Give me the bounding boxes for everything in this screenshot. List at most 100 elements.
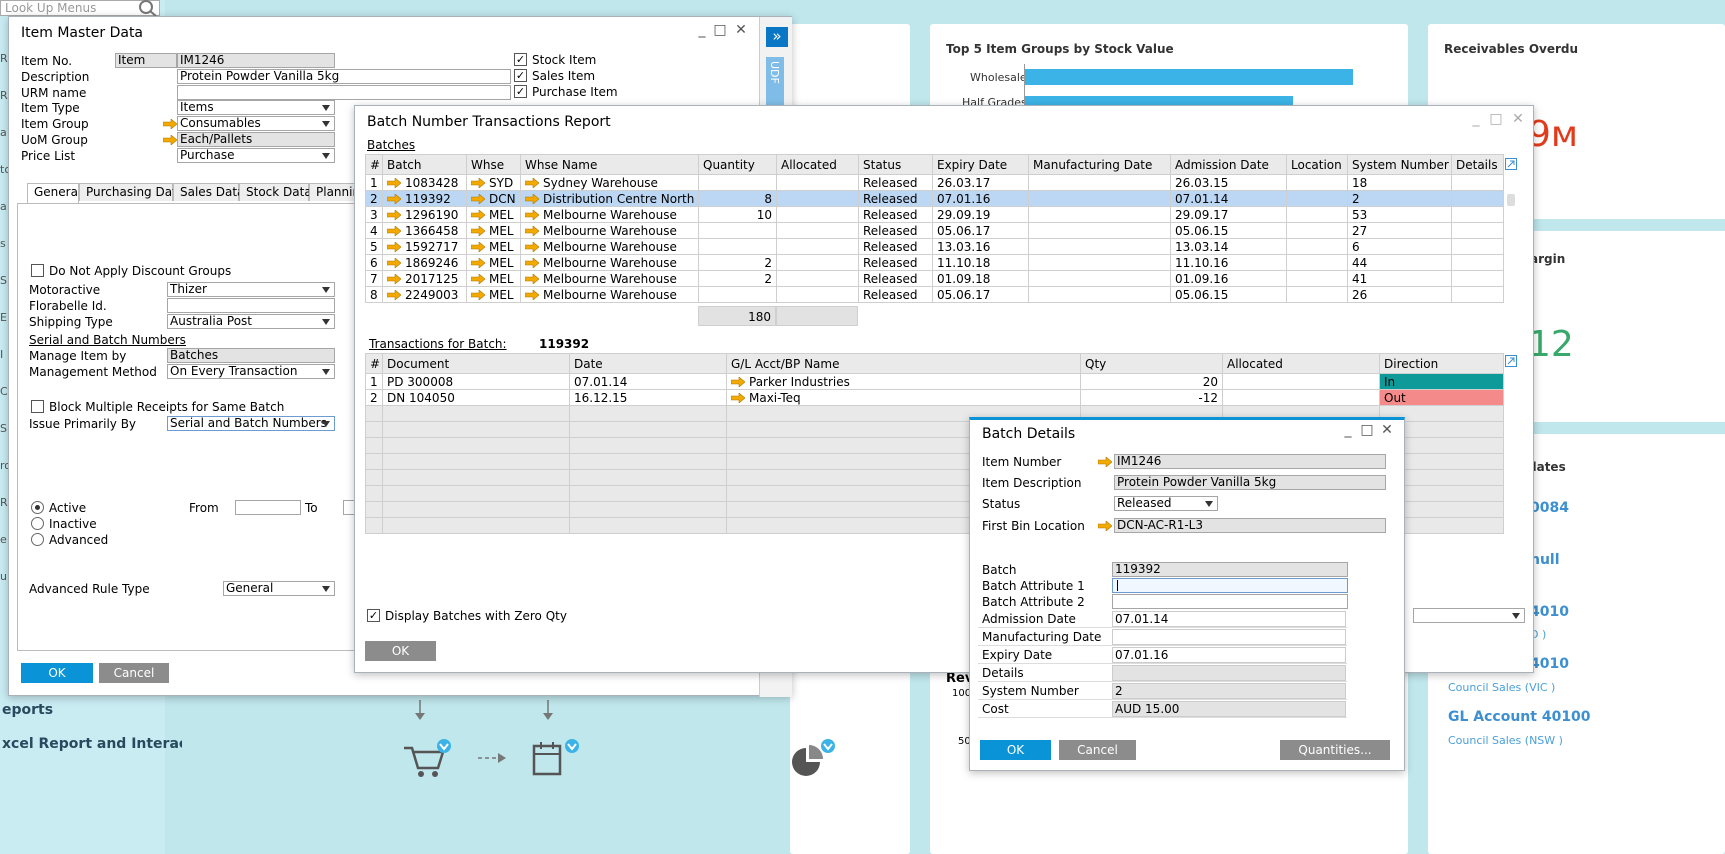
batch-details-ok-button[interactable]: OK (980, 740, 1051, 760)
column-header[interactable]: Quantity (698, 154, 777, 175)
detail-value[interactable]: 2 (1112, 683, 1346, 699)
column-header[interactable]: Date (569, 353, 727, 374)
detail-value[interactable]: 07.01.14 (1112, 611, 1346, 627)
advanced-radio[interactable] (31, 533, 44, 546)
link-arrow-icon[interactable] (731, 377, 745, 387)
serial-batch-link[interactable]: Serial and Batch Numbers (29, 333, 186, 347)
maximize-icon[interactable]: □ (1488, 111, 1504, 127)
attr2-field[interactable] (1112, 594, 1348, 609)
batch-cell[interactable]: 119392 (382, 190, 467, 207)
table-row[interactable]: 8 2249003 MEL Melbourne Warehouse Releas… (365, 286, 1504, 303)
link-2[interactable]: null (1530, 552, 1560, 568)
link-arrow-icon[interactable] (471, 274, 485, 284)
search-icon[interactable] (138, 0, 158, 17)
block-multi-checkbox[interactable] (31, 400, 44, 413)
link-arrow-icon[interactable] (387, 290, 401, 300)
minimize-icon[interactable]: _ (1340, 422, 1356, 438)
link-3[interactable]: 4010 (1530, 604, 1569, 620)
tab-sales-data[interactable]: Sales Data (173, 183, 244, 201)
link-arrow-icon[interactable] (387, 210, 401, 220)
column-header[interactable]: Expiry Date (932, 154, 1029, 175)
tab-general[interactable]: General (27, 183, 81, 203)
close-icon[interactable]: ✕ (1379, 422, 1395, 438)
shipping-select[interactable]: Australia Post (167, 314, 335, 329)
description-field[interactable]: Protein Powder Vanilla 5kg (177, 69, 511, 84)
motoractive-select[interactable]: Thizer (167, 282, 335, 297)
whse-cell[interactable]: DCN (466, 190, 521, 207)
tab-planning[interactable]: Planning (309, 183, 368, 201)
document-cell[interactable]: PD 300008 (382, 373, 570, 390)
expand-grid-icon[interactable] (1505, 158, 1517, 170)
batch-field[interactable]: 119392 (1112, 562, 1348, 577)
column-header[interactable]: Whse Name (520, 154, 699, 175)
whse-name-cell[interactable]: Sydney Warehouse (520, 174, 699, 191)
column-header[interactable]: Status (858, 154, 933, 175)
column-header[interactable]: Whse (466, 154, 521, 175)
active-radio[interactable] (31, 501, 44, 514)
price-list-select[interactable]: Purchase (177, 148, 335, 163)
calendar-icon[interactable] (530, 738, 584, 778)
batch-cell[interactable]: 1296190 (382, 206, 467, 223)
minimize-icon[interactable]: _ (694, 22, 710, 38)
whse-cell[interactable]: MEL (466, 238, 521, 255)
batch-report-ok-button[interactable]: OK (365, 641, 436, 661)
column-header[interactable]: # (365, 353, 383, 374)
link-arrow-icon[interactable] (471, 178, 485, 188)
link-arrow-icon[interactable] (471, 258, 485, 268)
urm-field[interactable] (177, 85, 511, 100)
grid-scrollbar[interactable] (1507, 194, 1515, 206)
link-arrow-icon[interactable] (471, 210, 485, 220)
whse-cell[interactable]: MEL (466, 222, 521, 239)
column-header[interactable]: Direction (1379, 353, 1504, 374)
whse-name-cell[interactable]: Distribution Centre North (520, 190, 699, 207)
no-discount-checkbox[interactable] (31, 264, 44, 277)
minimize-icon[interactable]: _ (1468, 111, 1484, 127)
link-arrow-icon[interactable] (387, 178, 401, 188)
whse-name-cell[interactable]: Melbourne Warehouse (520, 254, 699, 271)
item-type-select[interactable]: Items (177, 100, 335, 115)
display-zero-checkbox[interactable]: ✓ (367, 609, 380, 622)
mgmt-method-select[interactable]: On Every Transaction (167, 364, 335, 379)
table-row[interactable]: 5 1592717 MEL Melbourne Warehouse Releas… (365, 238, 1504, 255)
link-arrow-icon[interactable] (525, 290, 539, 300)
link-4[interactable]: 4010 (1530, 656, 1569, 672)
tab-purchasing-data[interactable]: Purchasing Data (79, 183, 184, 201)
bp-name-cell[interactable]: Maxi-Teq (726, 389, 1081, 406)
column-header[interactable]: Qty (1080, 353, 1223, 374)
link-arrow-icon[interactable] (471, 226, 485, 236)
table-row[interactable]: 3 1296190 MEL Melbourne Warehouse 10 Rel… (365, 206, 1504, 223)
item-no-field[interactable]: IM1246 (177, 53, 335, 68)
whse-cell[interactable]: MEL (466, 254, 521, 271)
whse-name-cell[interactable]: Melbourne Warehouse (520, 286, 699, 303)
column-header[interactable]: Document (382, 353, 570, 374)
table-row[interactable]: 1 1083428 SYD Sydney Warehouse Released … (365, 174, 1504, 191)
batch-details-cancel-button[interactable]: Cancel (1059, 740, 1136, 760)
link-arrow-icon[interactable] (471, 242, 485, 252)
shopping-cart-icon[interactable] (400, 738, 456, 778)
item-desc-field[interactable]: Protein Powder Vanilla 5kg (1114, 475, 1386, 490)
column-header[interactable]: Admission Date (1170, 154, 1287, 175)
link-arrow-icon[interactable] (525, 178, 539, 188)
whse-cell[interactable]: MEL (466, 286, 521, 303)
detail-value[interactable]: AUD 15.00 (1112, 701, 1346, 717)
purchase-item-checkbox[interactable]: ✓ (514, 85, 527, 98)
whse-name-cell[interactable]: Melbourne Warehouse (520, 238, 699, 255)
bp-name-cell[interactable]: Parker Industries (726, 373, 1081, 390)
link-arrow-icon[interactable] (471, 194, 485, 204)
nav-reports[interactable]: eports (2, 702, 53, 718)
link-5[interactable]: GL Account 40100 (1448, 709, 1591, 725)
column-header[interactable]: G/L Acct/BP Name (726, 353, 1081, 374)
link-arrow-icon[interactable] (525, 242, 539, 252)
batch-cell[interactable]: 1592717 (382, 238, 467, 255)
link-arrow-icon[interactable] (163, 135, 177, 145)
whse-name-cell[interactable]: Melbourne Warehouse (520, 270, 699, 287)
nav-excel-report[interactable]: xcel Report and Interacti (2, 736, 199, 752)
link-arrow-icon[interactable] (387, 274, 401, 284)
table-row[interactable]: 2 119392 DCN Distribution Centre North 8… (365, 190, 1504, 207)
detail-value[interactable] (1112, 629, 1346, 645)
link-arrow-icon[interactable] (525, 258, 539, 268)
detail-value[interactable]: 07.01.16 (1112, 647, 1346, 663)
maximize-icon[interactable]: □ (712, 22, 728, 38)
column-header[interactable]: Batch (382, 154, 467, 175)
udf-tab[interactable]: UDF (766, 57, 784, 105)
